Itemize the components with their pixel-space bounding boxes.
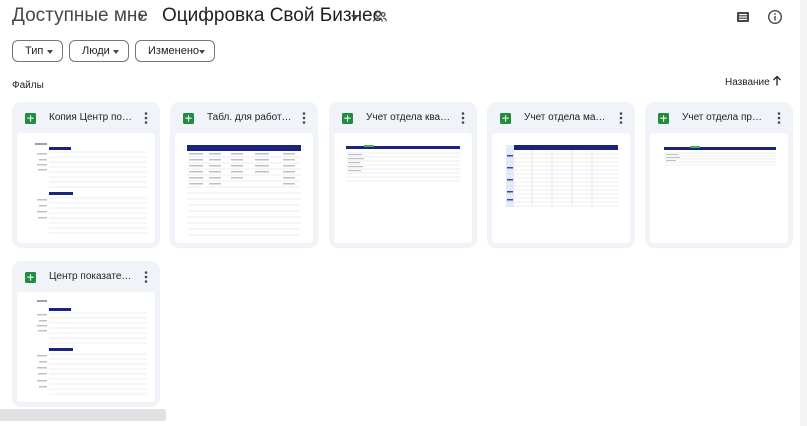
shared-folder-people-icon[interactable]	[372, 9, 388, 25]
more-vert-icon[interactable]	[773, 110, 785, 126]
file-title: Учет отдела пр…	[682, 112, 762, 123]
more-vert-icon[interactable]	[298, 110, 310, 126]
filter-people-chip[interactable]: Люди	[69, 40, 129, 62]
chevron-down-icon[interactable]	[351, 15, 359, 20]
google-sheets-icon	[342, 113, 353, 124]
file-card[interactable]: Копия Центр по…	[12, 102, 160, 248]
top-bar: Доступные мне › Оцифровка Свой Бизнес	[0, 0, 807, 36]
file-card[interactable]: Учет отдела пр…	[645, 102, 793, 248]
breadcrumb-separator: ›	[138, 6, 144, 26]
vertical-scrollbar[interactable]	[800, 0, 807, 426]
chevron-down-icon	[47, 50, 53, 54]
google-sheets-icon	[658, 113, 669, 124]
arrow-up-icon[interactable]	[771, 75, 783, 87]
filter-modified-label: Изменено	[148, 45, 200, 57]
chevron-down-icon	[113, 50, 119, 54]
file-card[interactable]: Учет отдела ма…	[487, 102, 635, 248]
file-card[interactable]: Учет отдела ква…	[329, 102, 477, 248]
file-title: Учет отдела ква…	[366, 112, 451, 123]
breadcrumb-shared-with-me[interactable]: Доступные мне	[12, 5, 148, 27]
file-title: Копия Центр по…	[49, 112, 132, 123]
file-card[interactable]: Табл. для работ…	[170, 102, 318, 248]
more-vert-icon[interactable]	[457, 110, 469, 126]
google-sheets-icon	[25, 113, 36, 124]
filter-modified-chip[interactable]: Изменено	[135, 40, 215, 62]
more-vert-icon[interactable]	[140, 269, 152, 285]
list-view-icon[interactable]	[736, 10, 750, 24]
filter-people-label: Люди	[82, 45, 110, 57]
breadcrumb-current-folder[interactable]: Оцифровка Свой Бизнес	[162, 5, 382, 27]
sort-by-name-button[interactable]: Название	[725, 77, 770, 88]
files-section-title: Файлы	[12, 80, 44, 91]
google-sheets-icon	[500, 113, 511, 124]
file-thumbnail	[334, 133, 472, 243]
more-vert-icon[interactable]	[140, 110, 152, 126]
filter-type-chip[interactable]: Тип	[12, 40, 63, 62]
file-thumbnail	[492, 133, 630, 243]
file-card[interactable]: Центр показате…	[12, 261, 160, 407]
file-thumbnail	[17, 292, 155, 402]
horizontal-scrollbar[interactable]	[0, 409, 166, 421]
info-icon[interactable]	[767, 9, 783, 25]
file-thumbnail	[175, 133, 313, 243]
google-sheets-icon	[183, 113, 194, 124]
chevron-down-icon	[199, 50, 205, 54]
filter-type-label: Тип	[25, 45, 44, 57]
file-thumbnail	[650, 133, 788, 243]
file-title: Табл. для работ…	[207, 112, 292, 123]
more-vert-icon[interactable]	[615, 110, 627, 126]
file-thumbnail	[17, 133, 155, 243]
file-title: Учет отдела ма…	[524, 112, 606, 123]
file-title: Центр показате…	[49, 271, 132, 282]
google-sheets-icon	[25, 272, 36, 283]
